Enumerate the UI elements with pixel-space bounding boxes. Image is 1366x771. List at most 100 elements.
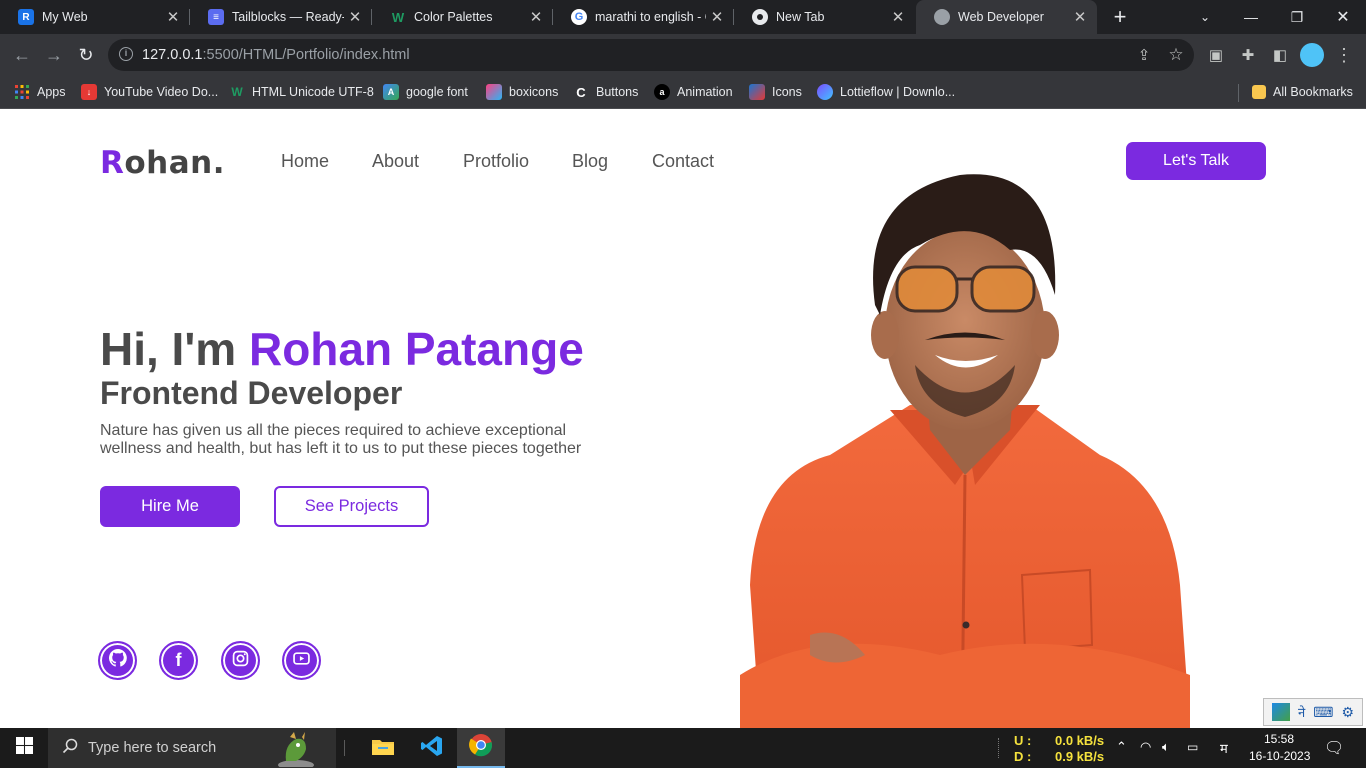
close-tab-icon[interactable]: ✕ [1069, 8, 1091, 26]
wifi-icon[interactable]: ◠ [1140, 739, 1151, 755]
tab-new-tab[interactable]: New Tab ✕ [734, 0, 915, 34]
nav-blog[interactable]: Blog [572, 151, 608, 172]
nav-portfolio[interactable]: Protfolio [463, 151, 529, 172]
tab-marathi-to-english[interactable]: G marathi to english - G ✕ [553, 0, 734, 34]
bookmark-label: Buttons [596, 85, 639, 99]
show-hidden-icons-chevron-icon[interactable]: ⌃ [1116, 739, 1127, 755]
bookmark-star-icon[interactable]: ☆ [1166, 45, 1186, 65]
chrome-favicon-icon [752, 9, 768, 25]
tab-title: Tailblocks — Ready-to [232, 10, 344, 24]
ime-settings-gear-icon[interactable]: ⚙ [1341, 704, 1354, 721]
extensions-puzzle-icon[interactable]: ✚ [1238, 45, 1258, 65]
keyboard-icon[interactable]: ⌨ [1313, 704, 1333, 721]
address-bar[interactable]: i 127.0.0.1:5500/HTML/Portfolio/index.ht… [108, 39, 1194, 71]
forward-arrow-icon[interactable]: → [40, 41, 68, 69]
share-icon[interactable]: ⇪ [1134, 45, 1154, 65]
chrome-app[interactable] [457, 728, 505, 768]
restore-icon[interactable]: ❐ [1274, 0, 1320, 34]
close-tab-icon[interactable]: ✕ [706, 8, 728, 26]
hero-role: Frontend Developer [100, 375, 403, 411]
close-window-icon[interactable]: ✕ [1320, 0, 1366, 34]
bookmark-animation[interactable]: a Animation [654, 82, 733, 102]
all-bookmarks-folder[interactable]: All Bookmarks [1252, 82, 1353, 102]
tab-color-palettes[interactable]: W Color Palettes ✕ [372, 0, 553, 34]
net-upload-speed: 0.0 kB/s [1055, 733, 1105, 748]
hero-heading: Hi, I'm Rohan Patange [100, 323, 584, 375]
back-arrow-icon[interactable]: ← [8, 41, 36, 69]
instagram-link[interactable] [221, 641, 260, 680]
url-text[interactable]: 127.0.0.1:5500/HTML/Portfolio/index.html [142, 47, 410, 63]
bookmark-html-unicode[interactable]: W HTML Unicode UTF-8 [229, 82, 373, 102]
close-tab-icon[interactable]: ✕ [525, 8, 547, 26]
ime-language-bar[interactable]: ने ⌨ ⚙ [1263, 698, 1363, 726]
search-placeholder: Type here to search [88, 740, 217, 756]
bookmark-youtube-video-downloader[interactable]: ↓ YouTube Video Do... [81, 82, 218, 102]
volume-icon[interactable]: 🔈︎ [1162, 739, 1170, 755]
youtube-icon [293, 650, 310, 672]
nav-contact[interactable]: Contact [652, 151, 714, 172]
bookmark-apps[interactable]: Apps [14, 82, 66, 102]
portfolio-page: Rohan. Home About Protfolio Blog Contact [0, 109, 1366, 728]
tailblocks-favicon-icon: ≡ [208, 9, 224, 25]
apps-grid-icon [14, 84, 30, 100]
boxicons-icon [486, 84, 502, 100]
tab-web-developer[interactable]: Web Developer ✕ [916, 0, 1097, 34]
vscode-app[interactable] [408, 728, 456, 768]
lets-talk-button[interactable]: Let's Talk [1126, 142, 1266, 180]
bookmark-label: google font [406, 85, 468, 99]
facebook-link[interactable]: f [159, 641, 198, 680]
site-info-icon[interactable]: i [119, 47, 133, 61]
side-panel-icon[interactable]: ◧ [1270, 45, 1290, 65]
start-button[interactable] [0, 728, 48, 768]
see-projects-button[interactable]: See Projects [274, 486, 429, 527]
more-menu-icon[interactable]: ⋮ [1334, 45, 1354, 65]
reload-icon[interactable]: ↻ [72, 41, 100, 69]
bookmark-label: Animation [677, 85, 733, 99]
close-tab-icon[interactable]: ✕ [344, 8, 366, 26]
ime-logo-icon [1272, 703, 1290, 721]
download-icon: ↓ [81, 84, 97, 100]
nav-home[interactable]: Home [281, 151, 329, 172]
instagram-icon [232, 650, 249, 672]
cast-icon[interactable]: ▣ [1206, 45, 1226, 65]
battery-icon[interactable]: ▭ [1187, 740, 1198, 754]
bookmark-google-font[interactable]: A google font [383, 82, 468, 102]
clock-date[interactable]: 16-10-2023 [1249, 749, 1310, 763]
bookmark-label: YouTube Video Do... [104, 85, 219, 99]
net-download-speed: 0.9 kB/s [1055, 749, 1105, 764]
tab-tailblocks[interactable]: ≡ Tailblocks — Ready-to ✕ [190, 0, 372, 34]
nav-about[interactable]: About [372, 151, 419, 172]
tab-my-web[interactable]: R My Web ✕ [0, 0, 190, 34]
search-icon [62, 738, 78, 758]
tab-title: Web Developer [958, 10, 1044, 24]
clock-time[interactable]: 15:58 [1264, 732, 1294, 746]
site-logo[interactable]: Rohan. [100, 145, 225, 181]
notification-center-icon[interactable]: 🗨︎ [1324, 738, 1344, 758]
minimize-icon[interactable]: — [1228, 0, 1274, 34]
bookmark-icons[interactable]: Icons [749, 82, 802, 102]
new-tab-plus-icon[interactable]: + [1097, 0, 1143, 34]
bookmark-boxicons[interactable]: boxicons [486, 82, 558, 102]
input-language[interactable]: म [1220, 739, 1228, 757]
net-download-label: D : [1014, 749, 1032, 764]
bookmark-label: Icons [772, 85, 802, 99]
github-link[interactable] [98, 641, 137, 680]
profile-avatar-icon[interactable] [1300, 43, 1324, 67]
globe-favicon-icon [934, 9, 950, 25]
windows-taskbar: Type here to search U : D : 0.0 kB/s 0.9… [0, 728, 1366, 770]
youtube-link[interactable] [282, 641, 321, 680]
taskbar-search-box[interactable]: Type here to search [48, 728, 336, 770]
bookmark-lottieflow[interactable]: Lottieflow | Downlo... [817, 82, 955, 102]
close-tab-icon[interactable]: ✕ [887, 8, 909, 26]
bookmark-buttons[interactable]: C Buttons [573, 82, 638, 102]
my-web-favicon-icon: R [18, 9, 34, 25]
vscode-icon [421, 735, 443, 762]
ime-language-label: ने [1298, 705, 1306, 720]
folder-icon [372, 737, 394, 760]
facebook-icon: f [175, 650, 182, 670]
hero-description: Nature has given us all the pieces requi… [100, 422, 582, 457]
file-explorer-app[interactable] [359, 728, 407, 768]
close-tab-icon[interactable]: ✕ [162, 8, 184, 26]
hire-me-button[interactable]: Hire Me [100, 486, 240, 527]
tab-search-chevron-icon[interactable]: ⌄ [1182, 0, 1228, 34]
